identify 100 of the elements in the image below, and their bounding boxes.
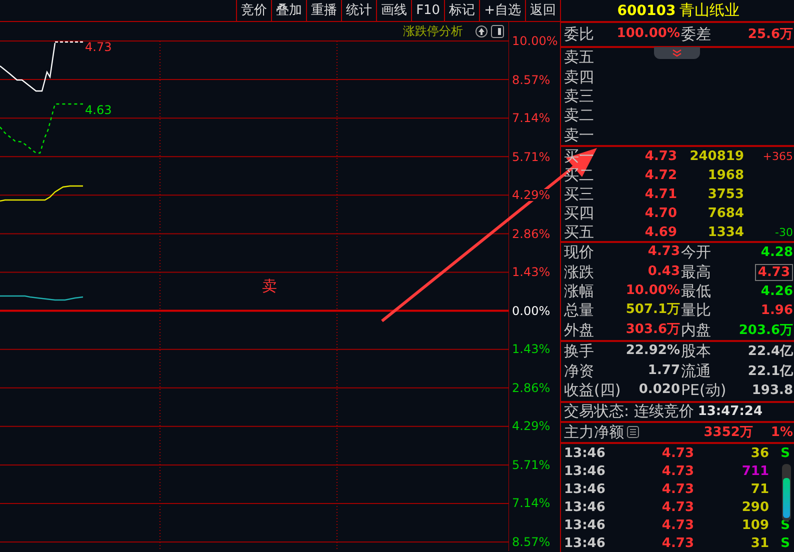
stat-value: 100.00% — [616, 27, 680, 42]
collapse-button[interactable] — [654, 47, 700, 59]
chevron-icon — [672, 49, 682, 57]
stat-label: 涨幅 — [564, 284, 594, 300]
toolbar-button[interactable]: 返回 — [525, 0, 560, 21]
stat-label: 股本 — [681, 344, 711, 360]
stat-label: 委比 — [564, 27, 594, 42]
bid-volume: 240819 — [688, 150, 744, 164]
trade-volume: 109 — [740, 518, 769, 532]
ask-label: 卖一 — [564, 128, 594, 143]
volume-change: -30 — [774, 227, 793, 238]
axis-label: 7.14% — [512, 497, 550, 510]
stat-label: 收益(四) — [564, 383, 621, 398]
scrollbar[interactable] — [782, 464, 791, 521]
stat-label: 量比 — [681, 303, 711, 318]
stat-label: 流通 — [681, 364, 711, 379]
trade-time: 13:46 — [564, 464, 606, 478]
price-label: 4.73 — [85, 41, 112, 53]
axis-label: 5.71% — [512, 458, 550, 471]
trade-volume: 36 — [750, 446, 769, 460]
main-flow-label: 主力净额 — [564, 424, 624, 440]
trade-price: 4.73 — [660, 464, 694, 478]
stat-value: 22.92% — [626, 344, 680, 360]
volume-change: +365 — [762, 151, 793, 162]
toolbar-button[interactable]: 画线 — [376, 0, 412, 21]
bid-volume: 7684 — [706, 207, 744, 220]
trade-price: 4.73 — [660, 518, 694, 532]
stat-value: 4.73 — [754, 264, 793, 281]
axis-label: 2.86% — [512, 382, 550, 394]
trade-time: 13:46 — [564, 536, 606, 550]
stat-label: 涨跌 — [564, 264, 594, 280]
bid-price: 4.71 — [644, 188, 677, 202]
price-line — [0, 42, 56, 92]
trade-price: 4.73 — [660, 536, 694, 550]
status-time: 13:47:24 — [698, 405, 762, 418]
axis-label: 10.00% — [512, 35, 558, 47]
bid-label: 买五 — [564, 225, 594, 240]
bid-price: 4.73 — [644, 150, 677, 164]
trade-time: 13:46 — [564, 500, 606, 514]
stat-value: 4.28 — [760, 246, 793, 260]
stat-value: 10.00% — [626, 284, 680, 300]
toolbar-button[interactable]: 叠加 — [271, 0, 306, 21]
toolbar-button[interactable]: 竞价 — [236, 0, 272, 21]
stat-label: 最高 — [681, 264, 711, 280]
trade-volume: 711 — [740, 464, 769, 478]
panel-icon[interactable] — [491, 25, 504, 38]
main-flow-percent: 1% — [770, 426, 793, 439]
stock-name: 青山纸业 — [680, 3, 740, 18]
stat-label: 换手 — [564, 344, 594, 360]
bid-volume: 1968 — [706, 169, 744, 182]
ask-label: 卖二 — [564, 108, 594, 124]
stat-value: 1.77 — [648, 364, 680, 379]
trade-price: 4.73 — [660, 482, 694, 496]
stat-value: 1.96 — [760, 304, 793, 318]
trade-time: 13:46 — [564, 482, 606, 496]
main-flow-value: 3352万 — [704, 426, 753, 439]
chart-title[interactable]: 涨跌停分析 — [403, 25, 463, 37]
trade-volume: 31 — [750, 536, 769, 550]
trade-price: 4.73 — [660, 446, 694, 460]
bid-label: 买三 — [564, 187, 594, 202]
stat-label: PE(动) — [681, 383, 726, 398]
stat-label: 外盘 — [564, 322, 594, 338]
bid-price: 4.70 — [644, 207, 677, 220]
stat-value: 507.1万 — [626, 303, 680, 318]
trade-price: 4.73 — [660, 500, 694, 514]
upload-icon[interactable] — [475, 25, 488, 38]
sell-signal: 卖 — [262, 279, 277, 294]
ask-label: 卖三 — [564, 89, 594, 104]
axis-label: 2.86% — [512, 228, 550, 240]
stat-value: 303.6万 — [626, 322, 680, 338]
list-icon[interactable] — [627, 426, 639, 438]
axis-label: 5.71% — [512, 150, 550, 163]
bid-volume: 3753 — [706, 188, 744, 202]
trade-side: S — [780, 536, 790, 550]
toolbar-button[interactable]: 统计 — [341, 0, 376, 21]
stat-value: 203.6万 — [738, 324, 793, 337]
stat-value: 4.73 — [648, 245, 680, 260]
trade-time: 13:46 — [564, 446, 606, 460]
bid-label: 买二 — [564, 168, 594, 184]
bid-label: 买四 — [564, 206, 594, 222]
stat-value: 4.26 — [760, 285, 793, 298]
stat-value: 193.8 — [752, 384, 793, 398]
toolbar-button[interactable]: 重播 — [306, 0, 342, 21]
stat-label: 今开 — [681, 245, 711, 260]
axis-label: 1.43% — [512, 343, 550, 356]
stat-label: 内盘 — [681, 322, 711, 338]
axis-label: 4.29% — [512, 189, 550, 202]
stock-code: 600103 — [617, 4, 676, 18]
axis-label: 0.00% — [512, 304, 550, 317]
stat-value: 22.4亿 — [748, 345, 793, 358]
axis-label: 7.14% — [512, 112, 550, 124]
trade-side: S — [780, 446, 790, 460]
bid-price: 4.72 — [644, 169, 677, 182]
axis-label: 8.57% — [512, 536, 550, 548]
stat-label: 现价 — [564, 245, 594, 260]
toolbar-button[interactable]: 标记 — [444, 0, 480, 21]
trade-volume: 290 — [740, 500, 769, 514]
toolbar-button[interactable]: +自选 — [479, 0, 525, 21]
ask-label: 卖五 — [564, 50, 594, 66]
toolbar-button[interactable]: F10 — [411, 0, 444, 21]
